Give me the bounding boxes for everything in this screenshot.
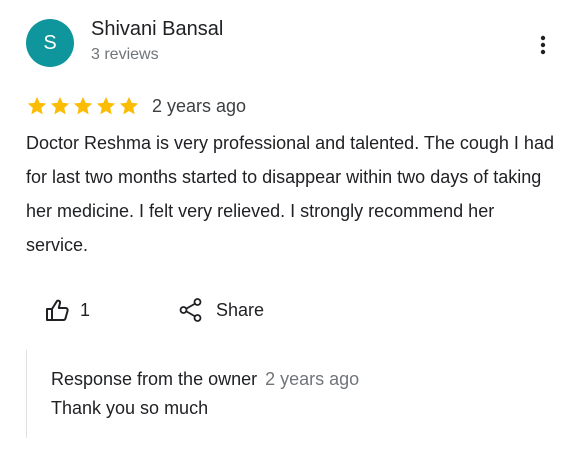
owner-response-text: Thank you so much — [51, 398, 209, 418]
star-icon — [96, 96, 116, 115]
owner-response-title: Response from the owner — [51, 369, 258, 389]
review-card: S Shivani Bansal 3 reviews 2 years ago D… — [0, 0, 573, 450]
share-button[interactable]: Share — [178, 294, 264, 326]
share-label: Share — [216, 299, 265, 320]
like-button[interactable]: 1 — [44, 294, 90, 326]
owner-response: Response from the owner 2 years ago Thank… — [26, 350, 527, 438]
star-rating — [26, 95, 141, 117]
author-name[interactable]: Shivani Bansal — [91, 17, 223, 41]
star-icon — [119, 96, 139, 115]
rating-row: 2 years ago — [26, 94, 246, 118]
review-date: 2 years ago — [152, 95, 247, 116]
review-text: Doctor Reshma is very professional and t… — [26, 133, 554, 255]
more-options-button[interactable] — [528, 30, 558, 60]
author-review-count: 3 reviews — [91, 46, 159, 63]
star-icon — [73, 96, 93, 115]
like-count: 1 — [80, 299, 91, 320]
more-vert-icon — [540, 35, 546, 55]
owner-response-header: Response from the owner 2 years ago — [51, 368, 359, 390]
avatar[interactable]: S — [26, 19, 74, 67]
star-icon — [27, 96, 47, 115]
star-icon — [50, 96, 70, 115]
thumbs-up-icon — [46, 299, 69, 321]
share-icon — [179, 298, 202, 322]
owner-response-date: 2 years ago — [265, 369, 360, 389]
